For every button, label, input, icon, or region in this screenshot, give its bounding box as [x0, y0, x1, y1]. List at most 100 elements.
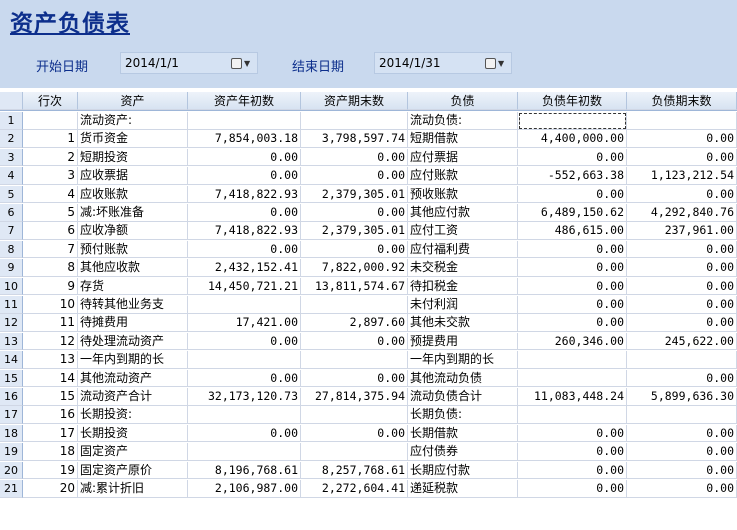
asset-name[interactable]: 减:累计折旧: [78, 480, 188, 498]
line-number[interactable]: 8: [23, 259, 78, 277]
table-row[interactable]: 6 5 减:坏账准备 0.00 0.00 其他应付款 6,489,150.62 4,292,8…: [0, 204, 737, 222]
asset-end-value[interactable]: 3,798,597.74: [301, 130, 408, 149]
liability-name[interactable]: 待扣税金: [408, 277, 518, 296]
liability-end-value[interactable]: [627, 112, 737, 130]
liability-name[interactable]: 长期借款: [408, 424, 518, 443]
asset-name[interactable]: 货币资金: [78, 130, 188, 149]
table-row[interactable]: 8 7 预付账款 0.00 0.00 应付福利费 0.00 0.00: [0, 240, 737, 259]
asset-begin-value[interactable]: 2,106,987.00: [188, 480, 301, 498]
line-number[interactable]: 15: [23, 388, 78, 406]
row-number[interactable]: 4: [0, 167, 23, 185]
line-number[interactable]: 14: [23, 369, 78, 388]
asset-end-value[interactable]: 0.00: [301, 204, 408, 222]
asset-name[interactable]: 固定资产原价: [78, 461, 188, 480]
line-number[interactable]: 1: [23, 130, 78, 149]
asset-name[interactable]: 一年内到期的长: [78, 351, 188, 369]
liability-begin-value[interactable]: 0.00: [518, 314, 627, 333]
liability-begin-value[interactable]: 11,083,448.24: [518, 388, 627, 406]
liability-end-value[interactable]: 0.00: [627, 443, 737, 461]
table-row[interactable]: 14 13 一年内到期的长 一年内到期的长: [0, 351, 737, 369]
liability-begin-value[interactable]: 260,346.00: [518, 332, 627, 351]
asset-end-value[interactable]: 2,272,604.41: [301, 480, 408, 498]
asset-name[interactable]: 待摊费用: [78, 314, 188, 333]
liability-end-value[interactable]: 237,961.00: [627, 222, 737, 241]
column-header[interactable]: 资产: [78, 92, 188, 110]
column-header[interactable]: 负债期末数: [627, 92, 737, 110]
liability-begin-value[interactable]: 0.00: [518, 259, 627, 277]
asset-end-value[interactable]: [301, 406, 408, 425]
asset-name[interactable]: 待处理流动资产: [78, 332, 188, 351]
table-row[interactable]: 15 14 其他流动资产 0.00 0.00 其他流动负债 0.00: [0, 369, 737, 388]
liability-end-value[interactable]: 0.00: [627, 240, 737, 259]
table-row[interactable]: 5 4 应收账款 7,418,822.93 2,379,305.01 预收账款 0.00 0.…: [0, 185, 737, 204]
liability-name[interactable]: 应付票据: [408, 148, 518, 167]
table-row[interactable]: 17 16 长期投资: 长期负债:: [0, 406, 737, 425]
row-number[interactable]: 20: [0, 461, 23, 480]
row-number[interactable]: 14: [0, 351, 23, 369]
liability-begin-value[interactable]: 0.00: [518, 277, 627, 296]
liability-end-value[interactable]: 1,123,212.54: [627, 167, 737, 185]
line-number[interactable]: 11: [23, 314, 78, 333]
liability-end-value[interactable]: 0.00: [627, 277, 737, 296]
line-number[interactable]: 12: [23, 332, 78, 351]
row-number[interactable]: 10: [0, 277, 23, 296]
asset-begin-value[interactable]: 0.00: [188, 167, 301, 185]
asset-begin-value[interactable]: 7,418,822.93: [188, 185, 301, 204]
asset-begin-value[interactable]: 17,421.00: [188, 314, 301, 333]
liability-begin-value[interactable]: 0.00: [518, 443, 627, 461]
asset-name[interactable]: 其他应收款: [78, 259, 188, 277]
column-header[interactable]: 资产期末数: [301, 92, 408, 110]
line-number[interactable]: 19: [23, 461, 78, 480]
table-row[interactable]: 10 9 存货 14,450,721.21 13,811,574.67 待扣税金 0.00 0…: [0, 277, 737, 296]
row-number[interactable]: 18: [0, 424, 23, 443]
asset-begin-value[interactable]: [188, 351, 301, 369]
liability-end-value[interactable]: 0.00: [627, 480, 737, 498]
row-number[interactable]: 11: [0, 296, 23, 314]
table-row[interactable]: 18 17 长期投资 0.00 0.00 长期借款 0.00 0.00: [0, 424, 737, 443]
asset-name[interactable]: 流动资产合计: [78, 388, 188, 406]
asset-name[interactable]: 固定资产: [78, 443, 188, 461]
liability-name[interactable]: 其他流动负债: [408, 369, 518, 388]
liability-end-value[interactable]: 0.00: [627, 185, 737, 204]
row-number[interactable]: 6: [0, 204, 23, 222]
liability-end-value[interactable]: 0.00: [627, 296, 737, 314]
table-row[interactable]: 9 8 其他应收款 2,432,152.41 7,822,000.92 未交税金 0.00 0…: [0, 259, 737, 277]
table-row[interactable]: 4 3 应收票据 0.00 0.00 应付账款 -552,663.38 1,123,212.5…: [0, 167, 737, 185]
asset-begin-value[interactable]: 32,173,120.73: [188, 388, 301, 406]
asset-name[interactable]: 长期投资:: [78, 406, 188, 425]
asset-end-value[interactable]: [301, 112, 408, 130]
liability-begin-value[interactable]: [518, 369, 627, 388]
asset-end-value[interactable]: 13,811,574.67: [301, 277, 408, 296]
line-number[interactable]: 18: [23, 443, 78, 461]
row-number[interactable]: 19: [0, 443, 23, 461]
liability-begin-value[interactable]: 0.00: [518, 296, 627, 314]
table-row[interactable]: 16 15 流动资产合计 32,173,120.73 27,814,375.94 流动负债…: [0, 388, 737, 406]
liability-begin-value[interactable]: 486,615.00: [518, 222, 627, 241]
asset-end-value[interactable]: [301, 296, 408, 314]
table-row[interactable]: 2 1 货币资金 7,854,003.18 3,798,597.74 短期借款 4,400,…: [0, 130, 737, 149]
row-number[interactable]: 1: [0, 112, 23, 130]
line-number[interactable]: 3: [23, 167, 78, 185]
row-number[interactable]: 5: [0, 185, 23, 204]
asset-end-value[interactable]: 0.00: [301, 424, 408, 443]
line-number[interactable]: 13: [23, 351, 78, 369]
line-number[interactable]: 4: [23, 185, 78, 204]
asset-end-value[interactable]: 7,822,000.92: [301, 259, 408, 277]
liability-begin-value[interactable]: [518, 112, 627, 130]
liability-begin-value[interactable]: 0.00: [518, 240, 627, 259]
table-row[interactable]: 19 18 固定资产 应付债券 0.00 0.00: [0, 443, 737, 461]
asset-begin-value[interactable]: 8,196,768.61: [188, 461, 301, 480]
liability-begin-value[interactable]: 0.00: [518, 461, 627, 480]
liability-end-value[interactable]: 0.00: [627, 369, 737, 388]
liability-begin-value[interactable]: [518, 406, 627, 425]
column-header[interactable]: 行次: [23, 92, 78, 110]
asset-end-value[interactable]: 0.00: [301, 240, 408, 259]
liability-name[interactable]: 递延税款: [408, 480, 518, 498]
table-row[interactable]: 12 11 待摊费用 17,421.00 2,897.60 其他未交款 0.00 0.00: [0, 314, 737, 333]
asset-begin-value[interactable]: 0.00: [188, 369, 301, 388]
line-number[interactable]: 16: [23, 406, 78, 425]
asset-begin-value[interactable]: 7,854,003.18: [188, 130, 301, 149]
line-number[interactable]: [23, 112, 78, 130]
column-header[interactable]: 资产年初数: [188, 92, 301, 110]
liability-end-value[interactable]: 5,899,636.30: [627, 388, 737, 406]
